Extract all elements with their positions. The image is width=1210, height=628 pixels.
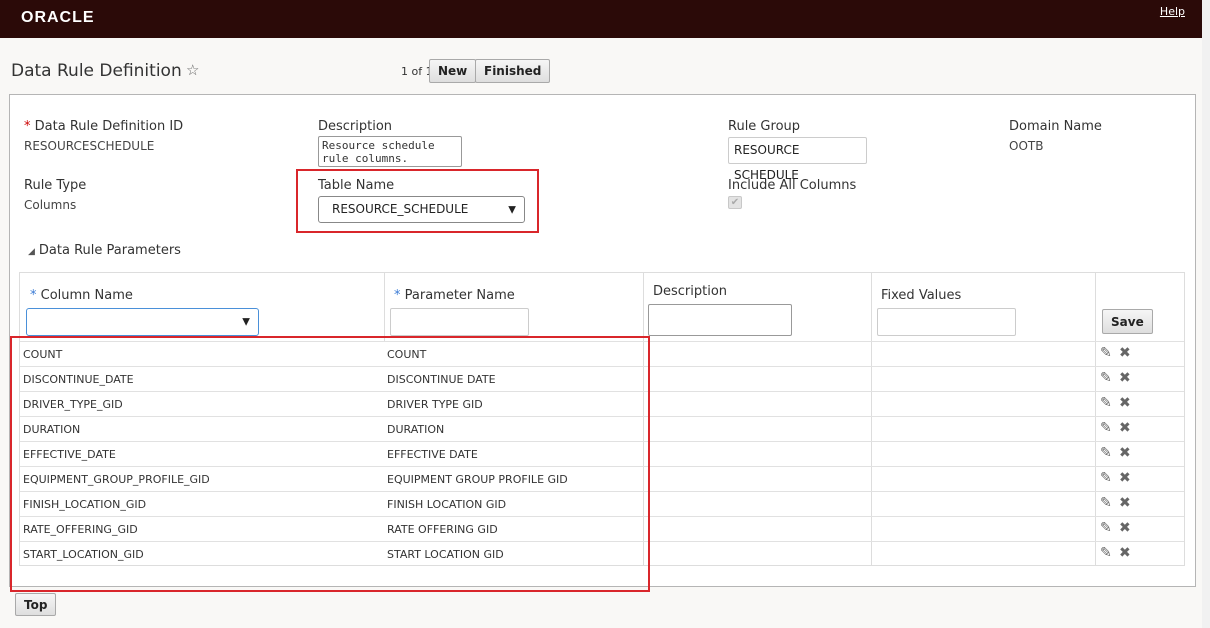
parameter-name-cell: START LOCATION GID — [387, 548, 504, 561]
paging-indicator: 1 of 1 — [401, 65, 433, 78]
column-name-select[interactable]: ▼ — [26, 308, 259, 336]
id-label-text: Data Rule Definition ID — [34, 119, 184, 134]
chevron-down-icon: ▼ — [242, 316, 250, 328]
parameter-name-cell: DRIVER TYPE GID — [387, 398, 483, 411]
edit-pencil-icon[interactable]: ✎ — [1100, 470, 1112, 486]
parameter-name-header: * Parameter Name — [394, 288, 515, 303]
column-name-cell: START_LOCATION_GID — [23, 548, 144, 561]
table-name-select[interactable]: RESOURCE_SCHEDULE ▼ — [318, 196, 525, 223]
new-button[interactable]: New — [429, 59, 477, 83]
edit-pencil-icon[interactable]: ✎ — [1100, 520, 1112, 536]
parameter-name-cell: EFFECTIVE DATE — [387, 448, 478, 461]
column-name-cell: DISCONTINUE_DATE — [23, 373, 134, 386]
finished-button[interactable]: Finished — [475, 59, 551, 83]
domain-name-value: OOTB — [1009, 139, 1044, 153]
delete-x-icon[interactable]: ✖ — [1119, 520, 1131, 536]
id-value: RESOURCESCHEDULE — [24, 139, 155, 153]
required-marker: * — [394, 288, 405, 303]
delete-x-icon[interactable]: ✖ — [1119, 370, 1131, 386]
table-row: EFFECTIVE_DATE EFFECTIVE DATE ✎ ✖ — [20, 441, 1184, 466]
description-header: Description — [653, 284, 728, 299]
column-name-cell: RATE_OFFERING_GID — [23, 523, 138, 536]
fixed-values-header: Fixed Values — [881, 288, 962, 303]
data-rule-parameters-header[interactable]: ◢ Data Rule Parameters — [28, 243, 181, 258]
required-marker: * — [24, 119, 35, 134]
oracle-logo: ORACLE — [21, 9, 95, 26]
rule-group-label: Rule Group — [728, 119, 801, 134]
column-name-cell: EQUIPMENT_GROUP_PROFILE_GID — [23, 473, 210, 486]
top-button[interactable]: Top — [15, 593, 57, 616]
column-name-cell: EFFECTIVE_DATE — [23, 448, 116, 461]
parameter-name-cell: DISCONTINUE DATE — [387, 373, 496, 386]
delete-x-icon[interactable]: ✖ — [1119, 445, 1131, 461]
save-button[interactable]: Save — [1102, 309, 1153, 334]
rule-type-label: Rule Type — [24, 178, 87, 193]
chevron-down-icon: ▼ — [508, 204, 516, 215]
table-row: FINISH_LOCATION_GID FINISH LOCATION GID ✎ ✖ — [20, 491, 1184, 516]
edit-pencil-icon[interactable]: ✎ — [1100, 545, 1112, 561]
column-name-header: * Column Name — [30, 288, 133, 303]
parameter-name-cell: EQUIPMENT GROUP PROFILE GID — [387, 473, 568, 486]
table-row: DURATION DURATION ✎ ✖ — [20, 416, 1184, 441]
edit-pencil-icon[interactable]: ✎ — [1100, 395, 1112, 411]
fixed-values-input[interactable] — [877, 308, 1016, 336]
table-row: DISCONTINUE_DATE DISCONTINUE DATE ✎ ✖ — [20, 366, 1184, 391]
column-divider — [384, 273, 385, 341]
page-title: Data Rule Definition — [11, 61, 182, 81]
help-link[interactable]: Help — [1160, 5, 1185, 18]
column-name-cell: FINISH_LOCATION_GID — [23, 498, 147, 511]
column-name-header-text: Column Name — [40, 288, 133, 303]
parameter-name-header-text: Parameter Name — [404, 288, 515, 303]
table-row: EQUIPMENT_GROUP_PROFILE_GID EQUIPMENT GRO… — [20, 466, 1184, 491]
table-row: RATE_OFFERING_GID RATE OFFERING GID ✎ ✖ — [20, 516, 1184, 541]
column-name-cell: DURATION — [23, 423, 81, 436]
rule-group-field[interactable]: RESOURCE SCHEDULE — [728, 137, 867, 182]
edit-pencil-icon[interactable]: ✎ — [1100, 420, 1112, 436]
delete-x-icon[interactable]: ✖ — [1119, 545, 1131, 561]
delete-x-icon[interactable]: ✖ — [1119, 395, 1131, 411]
scrollbar[interactable] — [1202, 0, 1210, 628]
edit-pencil-icon[interactable]: ✎ — [1100, 370, 1112, 386]
parameter-name-cell: COUNT — [387, 348, 427, 361]
include-all-columns-label: Include All Columns — [728, 178, 857, 193]
delete-x-icon[interactable]: ✖ — [1119, 495, 1131, 511]
collapse-triangle-icon[interactable]: ◢ — [28, 247, 35, 257]
delete-x-icon[interactable]: ✖ — [1119, 345, 1131, 361]
parameters-grid: * Column Name * Parameter Name Descripti… — [19, 272, 1185, 566]
table-row: START_LOCATION_GID START LOCATION GID ✎ ✖ — [20, 541, 1184, 566]
edit-pencil-icon[interactable]: ✎ — [1100, 345, 1112, 361]
column-name-cell: DRIVER_TYPE_GID — [23, 398, 123, 411]
delete-x-icon[interactable]: ✖ — [1119, 420, 1131, 436]
parameter-name-cell: RATE OFFERING GID — [387, 523, 498, 536]
parameter-name-cell: DURATION — [387, 423, 445, 436]
parameter-name-input[interactable] — [390, 308, 529, 336]
table-row: DRIVER_TYPE_GID DRIVER TYPE GID ✎ ✖ — [20, 391, 1184, 416]
required-marker: * — [30, 288, 41, 303]
edit-pencil-icon[interactable]: ✎ — [1100, 445, 1112, 461]
parameter-name-cell: FINISH LOCATION GID — [387, 498, 507, 511]
top-bar: ORACLE Help — [0, 0, 1202, 38]
delete-x-icon[interactable]: ✖ — [1119, 470, 1131, 486]
include-all-columns-checkbox[interactable]: ✔ — [728, 196, 742, 209]
description-label: Description — [318, 119, 393, 134]
column-name-cell: COUNT — [23, 348, 63, 361]
favorite-star-icon[interactable]: ☆ — [186, 61, 199, 79]
edit-pencil-icon[interactable]: ✎ — [1100, 495, 1112, 511]
description-field[interactable]: Resource schedule rule columns. — [318, 136, 462, 167]
table-name-label: Table Name — [318, 178, 395, 193]
description-input[interactable] — [648, 304, 792, 336]
table-name-value: RESOURCE_SCHEDULE — [332, 202, 469, 216]
table-row: COUNT COUNT ✎ ✖ — [20, 341, 1184, 366]
id-label: * Data Rule Definition ID — [24, 119, 183, 134]
rule-type-value: Columns — [24, 198, 77, 212]
domain-name-label: Domain Name — [1009, 119, 1102, 134]
section-title: Data Rule Parameters — [38, 243, 181, 258]
